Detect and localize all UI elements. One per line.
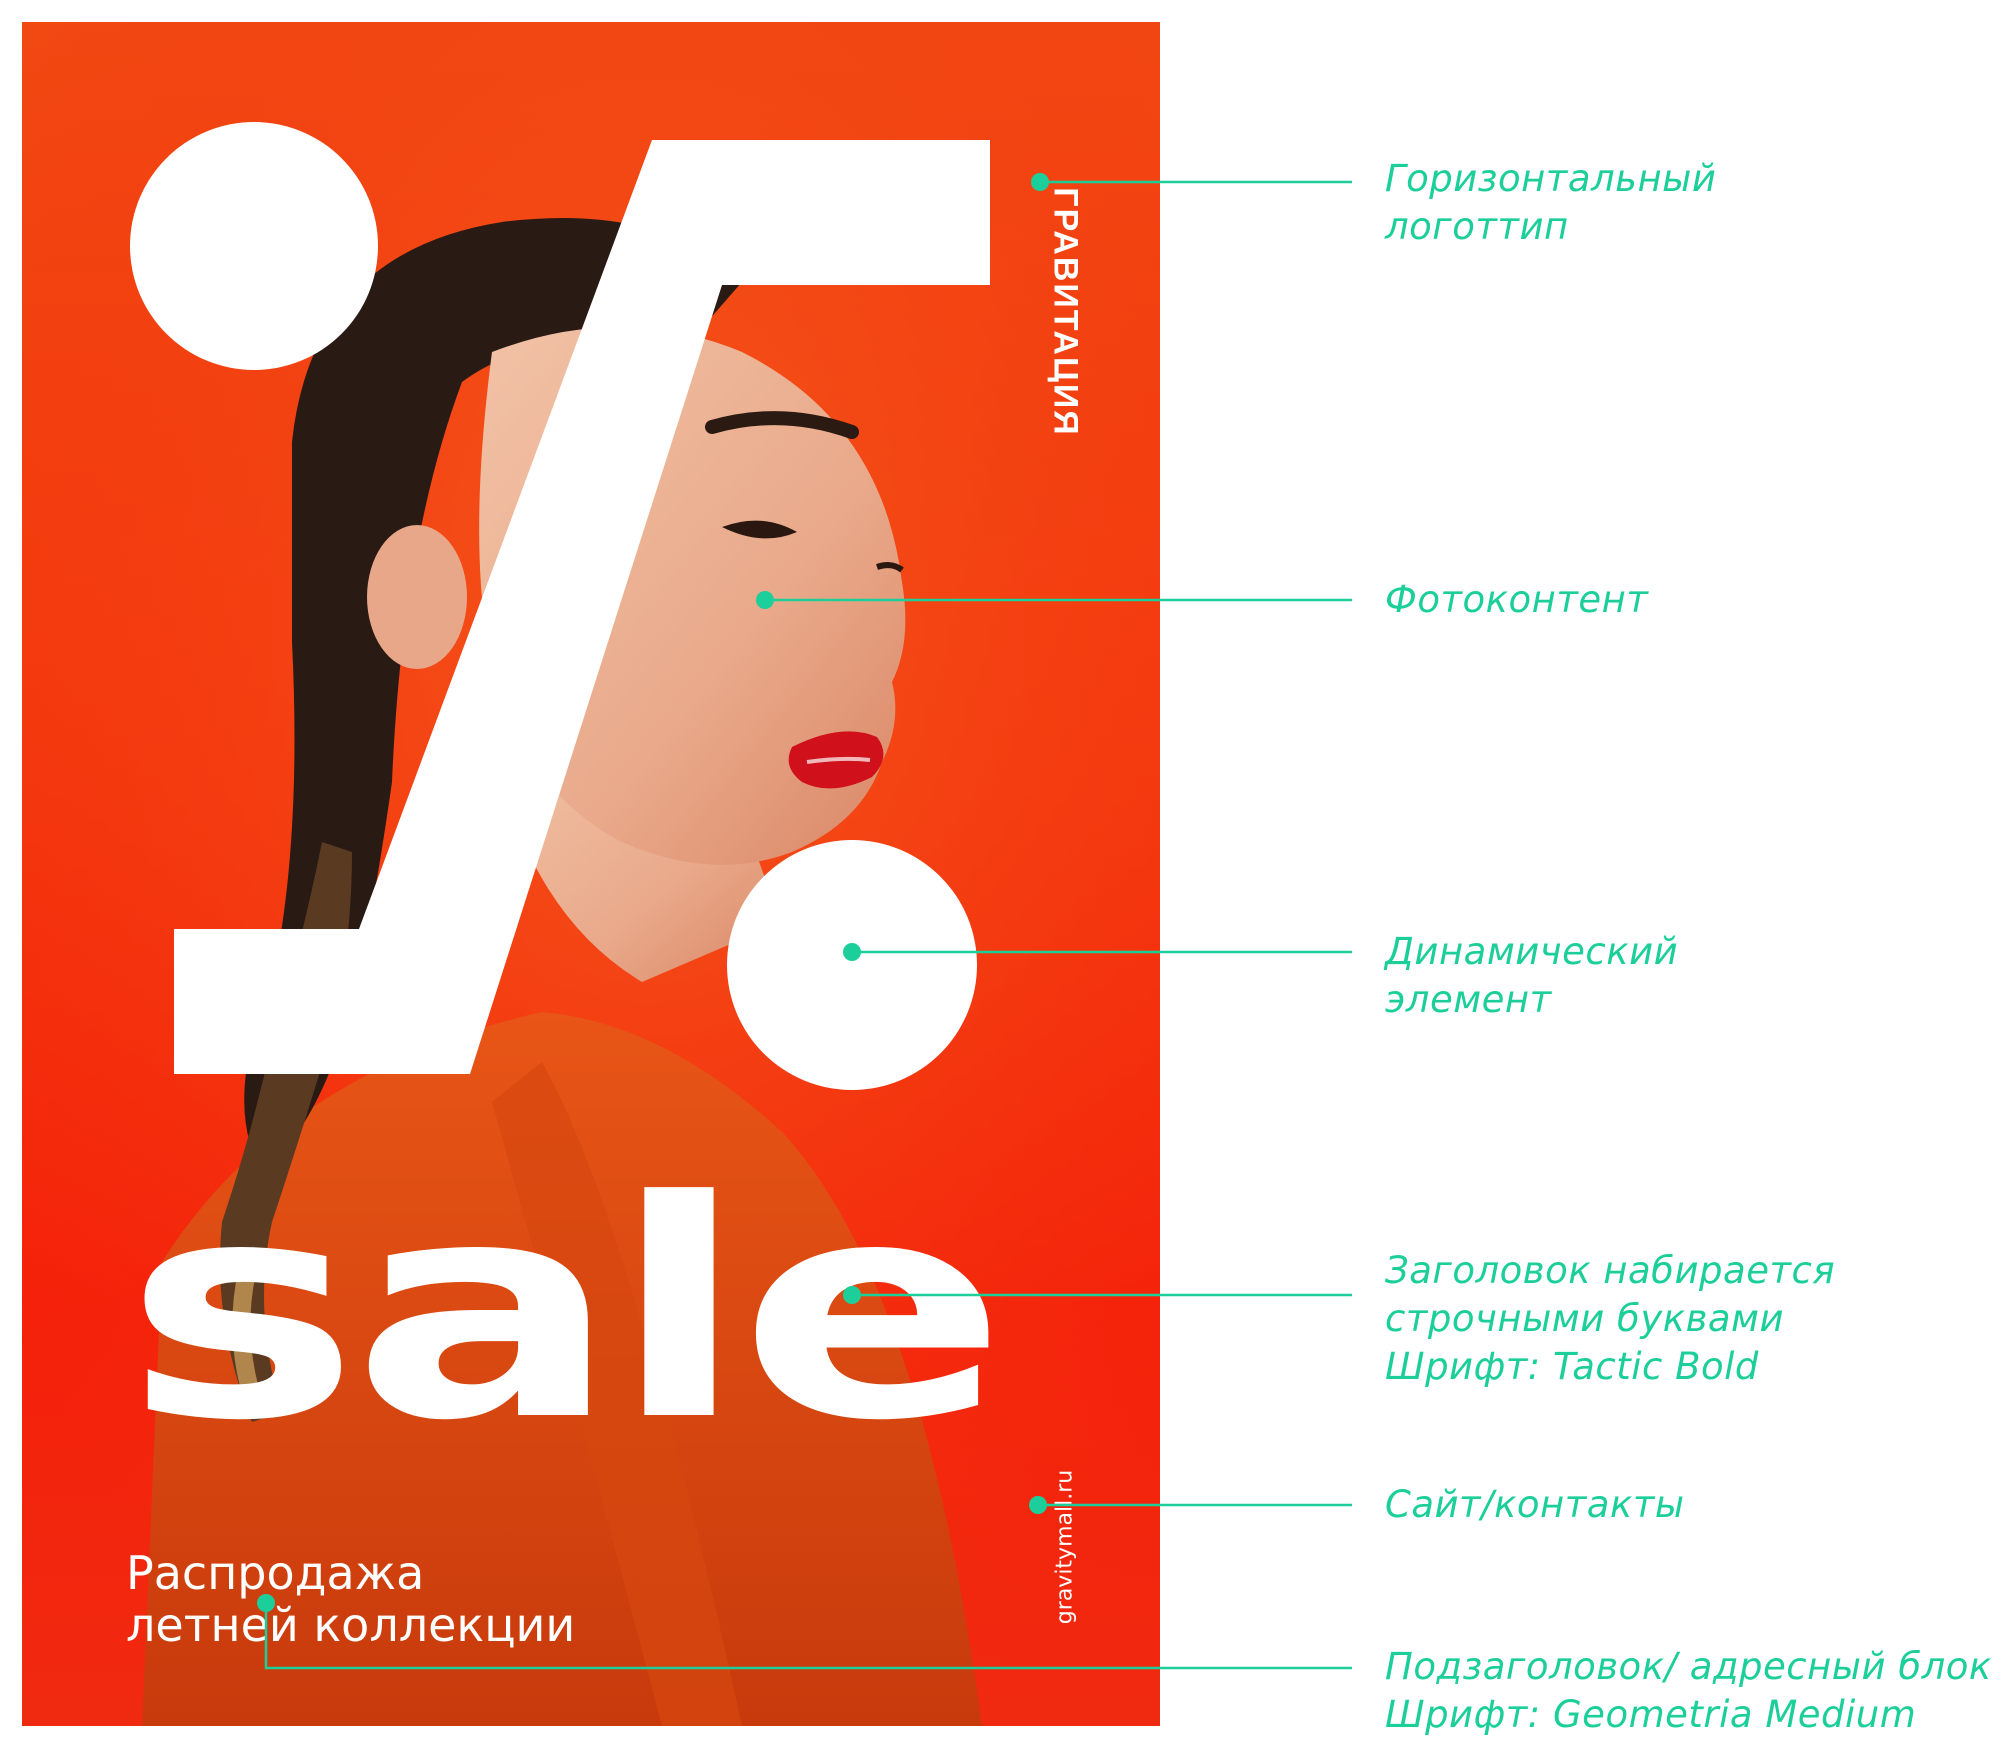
dynamic-circle bbox=[727, 840, 977, 1090]
logo-text: ГРАВИТАЦИЯ bbox=[1046, 187, 1085, 437]
annotation-headline: Заголовок набирается строчными буквами Ш… bbox=[1385, 1249, 1836, 1388]
horizontal-logo: ГРАВИТАЦИЯ bbox=[1040, 152, 1090, 472]
annotation-logo: Горизонтальный логоттип bbox=[1385, 157, 1717, 248]
website-text: gravitymall.ru bbox=[1052, 1469, 1078, 1625]
sale-poster: ГРАВИТАЦИЯ sale Распродажа летней коллек… bbox=[22, 22, 1160, 1726]
annotation-website: Сайт/контакты bbox=[1385, 1483, 1685, 1526]
subtitle-line-1: Распродажа bbox=[126, 1546, 425, 1600]
subtitle-line-2: летней коллекции bbox=[126, 1598, 576, 1652]
website-block: gravitymall.ru bbox=[1040, 1452, 1090, 1642]
headline: sale bbox=[124, 1137, 1007, 1486]
annotation-photo: Фотоконтент bbox=[1385, 578, 1649, 621]
top-circle bbox=[130, 122, 378, 370]
subtitle: Распродажа летней коллекции bbox=[126, 1547, 575, 1651]
annotation-dynamic: Динамический элемент bbox=[1385, 930, 1679, 1021]
annotation-subtitle: Подзаголовок/ адресный блок Шрифт: Geome… bbox=[1385, 1645, 1992, 1736]
